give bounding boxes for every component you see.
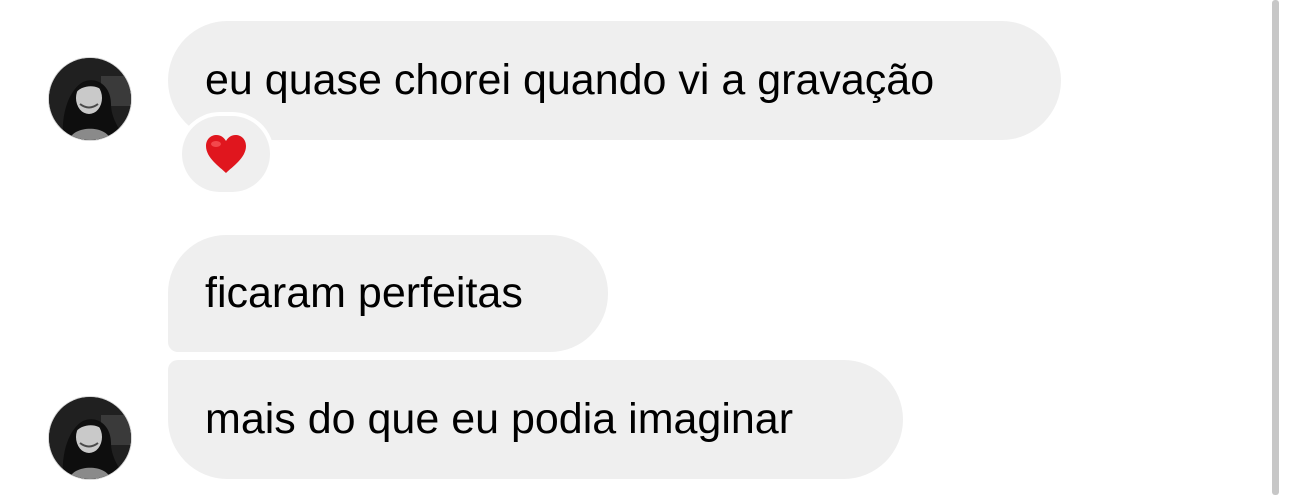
message-bubble[interactable]: ficaram perfeitas (168, 235, 608, 352)
message-text: ficaram perfeitas (205, 269, 523, 317)
scrollbar[interactable] (1272, 0, 1279, 495)
message-reaction[interactable] (182, 116, 270, 192)
profile-photo-icon (49, 58, 131, 140)
message-bubble[interactable]: eu quase chorei quando vi a gravação (168, 21, 1061, 140)
avatar[interactable] (49, 58, 131, 140)
profile-photo-icon (49, 397, 131, 479)
red-heart-icon (206, 135, 246, 173)
avatar[interactable] (49, 397, 131, 479)
message-text: eu quase chorei quando vi a gravação (205, 56, 935, 104)
message-text: mais do que eu podia imaginar (205, 395, 794, 443)
message-bubble[interactable]: mais do que eu podia imaginar (168, 360, 903, 479)
